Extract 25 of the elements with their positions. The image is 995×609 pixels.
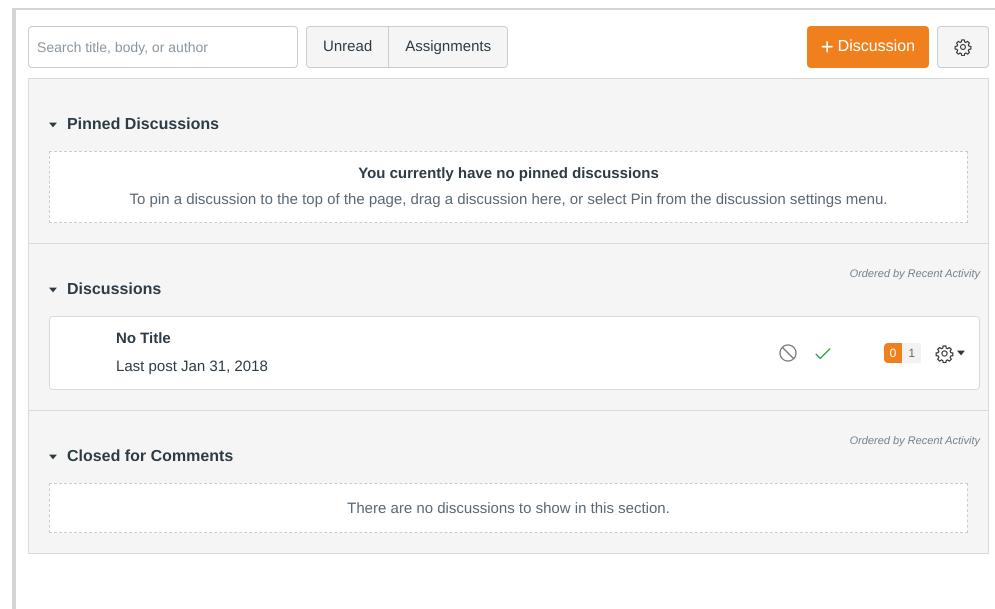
gear-icon	[935, 344, 954, 362]
sort-note: Ordered by Recent Activity	[850, 434, 980, 449]
settings-button[interactable]	[937, 26, 989, 68]
settings-menu-button[interactable]	[935, 344, 965, 362]
unpublished-icon[interactable]	[778, 343, 798, 363]
filter-button[interactable]: Unread	[306, 26, 390, 68]
search-field[interactable]: Search title, body, or author	[28, 26, 298, 68]
section-toggle[interactable]: Discussions	[49, 278, 162, 302]
empty-message: To pin a discussion to the top of the page, drag a discussion here, or select Pin from the discussion settings menu.	[128, 190, 888, 210]
filter-button[interactable]: Assignments	[388, 26, 508, 68]
empty-message: There are no discussions to show in this section.	[346, 499, 671, 519]
discussion-title[interactable]: No Title	[116, 328, 778, 350]
discussion-row[interactable]: No Title Last post Jan 31, 2018 0 1	[49, 316, 980, 390]
caret-icon	[49, 453, 57, 461]
reply-count: 1	[902, 343, 921, 363]
empty-title: You currently have no pinned discussions	[357, 164, 660, 184]
sort-note: Ordered by Recent Activity	[850, 267, 980, 282]
unread-count: 0	[884, 343, 902, 363]
last-post-date: Last post Jan 31, 2018	[116, 357, 269, 377]
gear-icon	[954, 38, 972, 56]
caret-icon	[49, 121, 57, 129]
caret-icon	[957, 349, 965, 357]
section-toggle[interactable]: Closed for Comments	[49, 445, 234, 469]
caret-icon	[49, 286, 57, 294]
section-toggle[interactable]: Pinned Discussions	[49, 113, 220, 137]
